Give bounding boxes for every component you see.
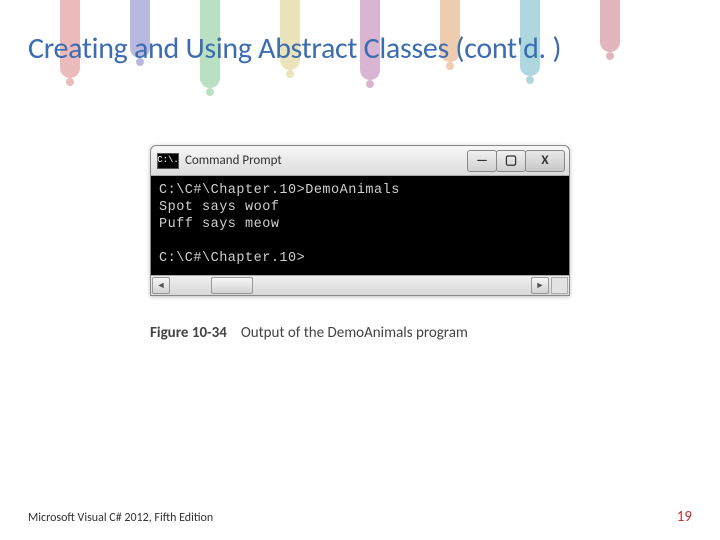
console-line: Puff says meow (159, 217, 279, 232)
figure-caption: Figure 10-34 Output of the DemoAnimals pr… (150, 324, 570, 342)
command-prompt-icon: C:\. (157, 153, 179, 169)
scroll-left-button[interactable]: ◄ (152, 277, 170, 294)
titlebar: C:\. Command Prompt — ▢ X (151, 146, 569, 176)
minimize-button[interactable]: — (467, 150, 497, 172)
console-line: Spot says woof (159, 200, 279, 215)
footer-book-title: Microsoft Visual C# 2012, Fifth Edition (28, 511, 213, 525)
slide-footer: Microsoft Visual C# 2012, Fifth Edition … (28, 508, 692, 526)
window-controls: — ▢ X (468, 150, 565, 172)
figure-number: Figure 10-34 (150, 324, 227, 342)
console-line: C:\C#\Chapter.10> (159, 251, 305, 266)
horizontal-scrollbar[interactable]: ◄ ► (151, 275, 569, 295)
page-title: Creating and Using Abstract Classes (con… (28, 30, 692, 67)
footer-page-number: 19 (677, 508, 692, 526)
window-title: Command Prompt (185, 153, 282, 168)
close-button[interactable]: X (525, 150, 565, 172)
slide: Creating and Using Abstract Classes (con… (0, 0, 720, 540)
scroll-right-button[interactable]: ► (531, 277, 549, 294)
figure: C:\. Command Prompt — ▢ X C:\C#\Chapter.… (150, 145, 570, 342)
scroll-thumb[interactable] (211, 277, 253, 294)
command-prompt-window: C:\. Command Prompt — ▢ X C:\C#\Chapter.… (150, 145, 570, 296)
maximize-button[interactable]: ▢ (496, 150, 526, 172)
console-output: C:\C#\Chapter.10>DemoAnimals Spot says w… (151, 176, 569, 275)
titlebar-left: C:\. Command Prompt (157, 153, 282, 169)
resize-grip[interactable] (551, 277, 568, 294)
console-line: C:\C#\Chapter.10>DemoAnimals (159, 183, 400, 198)
figure-description: Output of the DemoAnimals program (241, 324, 468, 342)
